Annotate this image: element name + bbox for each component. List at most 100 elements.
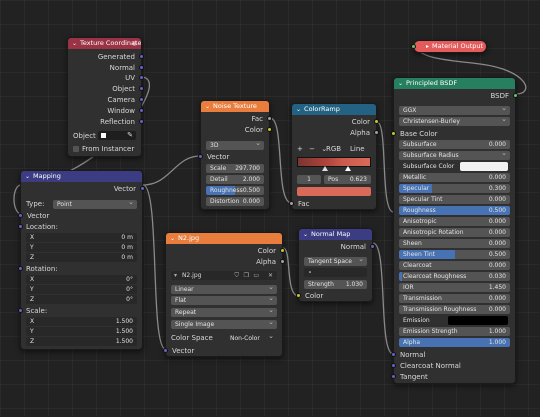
rotation-y-field[interactable]: Y 0° [26, 285, 137, 294]
ramp-stop-color-swatch[interactable] [297, 187, 371, 196]
normalmap-color-socket[interactable] [296, 293, 301, 298]
reflection-socket[interactable] [139, 119, 144, 124]
ramp-stop-handle-1[interactable] [322, 166, 328, 171]
principled-bsdf-node[interactable]: ⌄Principled BSDF BSDF GGX Christensen-Bu… [391, 77, 518, 384]
ramp-stop-index-field[interactable]: 1 [297, 175, 321, 184]
surface-input-socket[interactable] [411, 44, 416, 49]
noise-detail-field[interactable]: Detail 2.000 [206, 175, 264, 184]
ramp-mode-dropdown[interactable]: RGB [326, 144, 341, 154]
bsdf-emission-strength-field[interactable]: Emission Strength 1.000 [399, 327, 510, 336]
image-interpolation-dropdown[interactable]: Linear [171, 285, 277, 294]
emission-color-swatch[interactable] [448, 316, 508, 325]
camera-socket[interactable] [139, 97, 144, 102]
bsdf-subsurface-color-field[interactable]: Subsurface Color [399, 162, 510, 171]
collapse-chevron-icon[interactable]: ⌄ [398, 80, 403, 87]
collapse-chevron-icon[interactable]: ⌄ [170, 235, 175, 242]
image-vector-socket[interactable] [163, 348, 168, 353]
normalmap-space-dropdown[interactable]: Tangent Space [304, 257, 367, 266]
image-filename[interactable]: N2.jpg [182, 272, 202, 279]
bsdf-distribution-dropdown[interactable]: GGX [399, 106, 510, 115]
image-alpha-socket[interactable] [280, 259, 285, 264]
scale-x-field[interactable]: X 1.500 [26, 317, 137, 326]
normal-socket[interactable] [139, 65, 144, 70]
noise-vector-socket[interactable] [198, 154, 203, 159]
bsdf-subsurface-field[interactable]: Subsurface 0.000 [399, 140, 510, 149]
location-y-field[interactable]: Y0 m [26, 243, 137, 252]
collapse-chevron-icon[interactable]: ⌄ [205, 103, 210, 110]
bsdf-emission-field[interactable]: Emission [399, 316, 510, 325]
ramp-gradient-bar[interactable] [297, 157, 371, 167]
rotation-z-field[interactable]: Z 0° [26, 295, 137, 304]
noise-texture-node[interactable]: ⌄Noise Texture Fac Color 3D Vector Scale… [198, 100, 272, 210]
location-socket[interactable] [18, 224, 23, 229]
tangent-socket[interactable] [391, 374, 396, 379]
image-fake-user-icon[interactable]: ⛉ [234, 271, 239, 280]
base-color-socket[interactable] [391, 131, 396, 136]
image-extension-dropdown[interactable]: Repeat [171, 308, 277, 317]
texcoord-header[interactable]: ⌄ Texture Coordinate [68, 38, 141, 49]
noise-scale-field[interactable]: Scale 297.700 [206, 164, 264, 173]
normalmap-uvmap-field[interactable]: ∘ [304, 268, 367, 277]
normal-socket[interactable] [391, 352, 396, 357]
bsdf-clearcoat-roughness-field[interactable]: Clearcoat Roughness 0.030 [399, 272, 510, 281]
bsdf-sheen-field[interactable]: Sheen 0.000 [399, 239, 510, 248]
bsdf-roughness-field[interactable]: Roughness 0.500 [399, 206, 510, 215]
mapping-type-dropdown[interactable]: Point [53, 200, 137, 209]
noise-header[interactable]: ⌄ Noise Texture [201, 101, 269, 112]
image-open-icon[interactable]: ▭ [253, 271, 259, 280]
ramp-stop-handle-2[interactable] [345, 166, 351, 171]
texture-coordinate-node[interactable]: ⌄ Texture Coordinate Generated Normal UV … [67, 37, 144, 157]
material-output-header[interactable]: ▸ Material Output [414, 41, 486, 52]
bsdf-metallic-field[interactable]: Metallic 0.000 [399, 173, 510, 182]
bsdf-specular-field[interactable]: Specular 0.300 [399, 184, 510, 193]
location-z-field[interactable]: Z0 m [26, 253, 137, 262]
node-preview-icon[interactable] [132, 41, 137, 46]
from-instancer-row[interactable]: From Instancer [68, 144, 141, 154]
noise-distortion-field[interactable]: Distortion 0.000 [206, 197, 264, 206]
noise-color-socket[interactable] [267, 127, 272, 132]
rotation-socket[interactable] [18, 266, 23, 271]
noise-roughness-field[interactable]: Roughness 0.500 [206, 186, 264, 195]
bsdf-alpha-field[interactable]: Alpha 1.000 [399, 338, 510, 347]
bsdf-subsurface-method-dropdown[interactable]: Christensen-Burley [399, 117, 510, 126]
image-new-icon[interactable]: ❐ [244, 271, 249, 280]
image-colorspace-dropdown[interactable]: Non-Color [226, 334, 277, 343]
colorramp-node[interactable]: ⌄ ColorRamp Color Alpha + − ⌄ RGB Line 1 … [289, 103, 379, 210]
uv-socket[interactable] [139, 75, 144, 80]
add-stop-button[interactable]: + [297, 145, 303, 153]
bsdf-specular-tint-field[interactable]: Specular Tint 0.000 [399, 195, 510, 204]
ramp-interp-dropdown[interactable]: Line [350, 144, 365, 154]
ramp-alpha-socket[interactable] [374, 130, 379, 135]
bsdf-transmission-roughness-field[interactable]: Transmission Roughness 0.000 [399, 305, 510, 314]
collapse-chevron-icon[interactable]: ⌄ [72, 40, 77, 47]
image-projection-dropdown[interactable]: Flat [171, 296, 277, 305]
image-header[interactable]: ⌄ N2.jpg [166, 233, 282, 244]
ramp-color-socket[interactable] [374, 119, 379, 124]
object-socket[interactable] [139, 86, 144, 91]
image-color-socket[interactable] [280, 248, 285, 253]
material-output-node[interactable]: ▸ Material Output [411, 40, 487, 53]
window-socket[interactable] [139, 108, 144, 113]
remove-stop-button[interactable]: − [309, 145, 315, 153]
colorramp-header[interactable]: ⌄ ColorRamp [292, 104, 376, 115]
scale-socket[interactable] [18, 308, 23, 313]
bsdf-clearcoat-field[interactable]: Clearcoat 0.000 [399, 261, 510, 270]
image-source-dropdown[interactable]: Single Image [171, 320, 277, 329]
bsdf-output-socket[interactable] [513, 93, 518, 98]
scale-z-field[interactable]: Z 1.500 [26, 337, 137, 346]
rotation-x-field[interactable]: X 0° [26, 275, 137, 284]
normalmap-strength-field[interactable]: Strength 1.030 [304, 280, 367, 289]
mapping-vector-in-socket[interactable] [18, 213, 23, 218]
ramp-pos-field[interactable]: Pos 0.623 [324, 175, 371, 184]
mapping-vector-out-socket[interactable] [140, 186, 145, 191]
bsdf-anisotropic-rotation-field[interactable]: Anisotropic Rotation 0.000 [399, 228, 510, 237]
location-x-field[interactable]: X0 m [26, 233, 137, 242]
normal-map-node[interactable]: ⌄Normal Map Normal Tangent Space ∘ Stren… [296, 228, 375, 302]
generated-socket[interactable] [139, 54, 144, 59]
collapse-chevron-icon[interactable]: ⌄ [25, 173, 30, 180]
bsdf-subsurface-radius-field[interactable]: Subsurface Radius [399, 151, 510, 160]
collapse-chevron-icon[interactable]: ⌄ [303, 231, 308, 238]
bsdf-sheen-tint-field[interactable]: Sheen Tint 0.500 [399, 250, 510, 259]
image-browse-icon[interactable]: ▾ [174, 272, 177, 279]
image-texture-node[interactable]: ⌄ N2.jpg Color Alpha ▾ N2.jpg ⛉ ❐ ▭ ✕ Lin… [163, 232, 285, 357]
